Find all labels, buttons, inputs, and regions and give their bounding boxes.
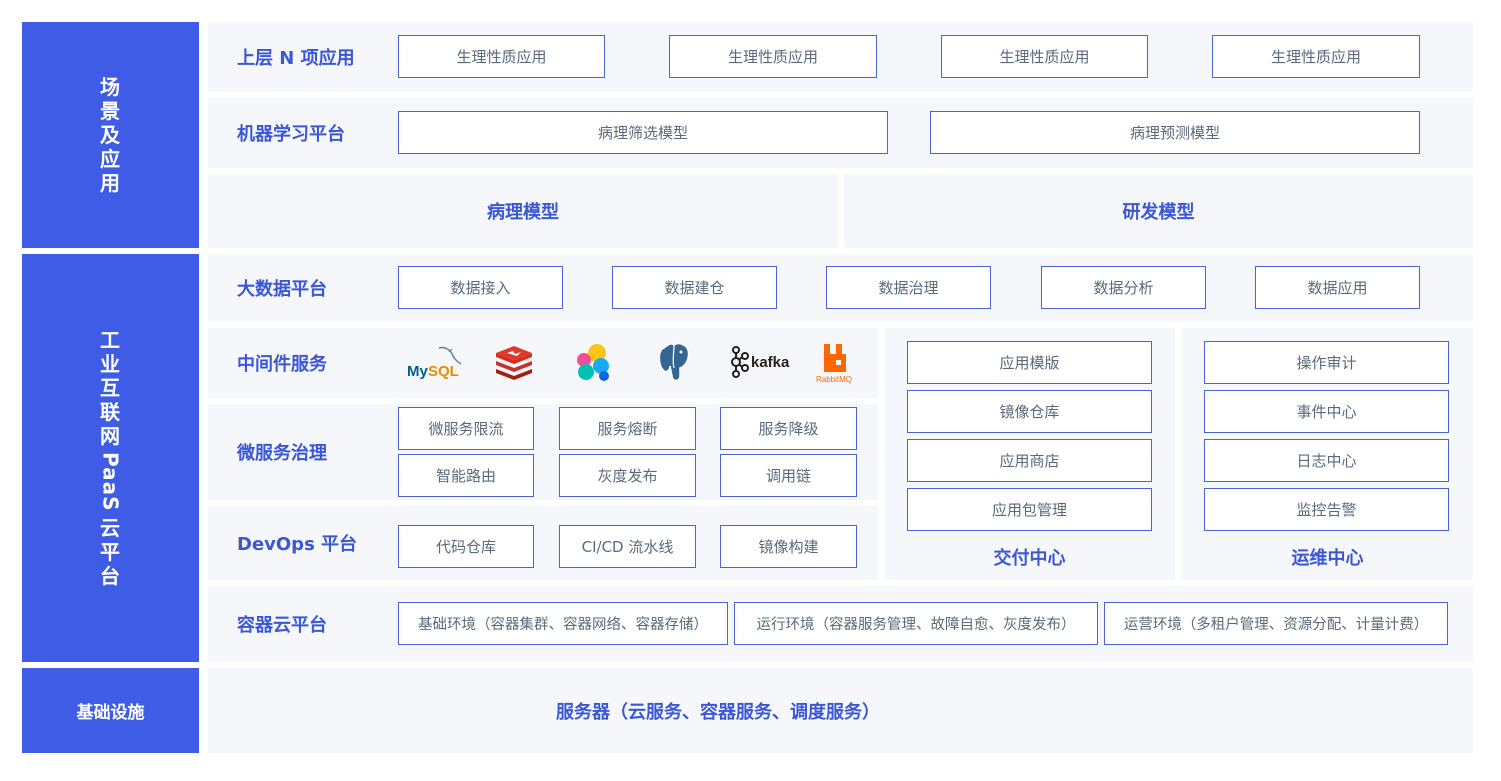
microservice-box: 智能路由 [398, 454, 534, 497]
infra-row-text: 服务器（云服务、容器服务、调度服务） [556, 701, 880, 723]
ml-model-box: 病理筛选模型 [398, 111, 888, 154]
container-box: 运行环境（容器服务管理、故障自愈、灰度发布） [734, 602, 1098, 645]
mysql-sql-text: SQL [428, 363, 459, 380]
container-box: 基础环境（容器集群、容器网络、容器存储） [398, 602, 728, 645]
delivery-box: 应用模版 [907, 341, 1152, 384]
rabbitmq-text: RabbitMQ [816, 375, 852, 384]
paas-char: 互 [100, 376, 121, 401]
kafka-icon: kafka [729, 345, 791, 379]
microservice-box: 微服务限流 [398, 407, 534, 450]
delivery-box: 应用商店 [907, 439, 1152, 482]
scene-char: 景 [100, 99, 121, 123]
scene-char: 用 [100, 171, 121, 195]
delivery-box: 镜像仓库 [907, 390, 1152, 433]
big-data-box: 数据治理 [826, 266, 991, 309]
kafka-text: kafka [751, 354, 790, 371]
upper-app-box: 生理性质应用 [941, 35, 1148, 78]
paas-char: 联 [100, 400, 121, 425]
pathology-model-title: 病理模型 [487, 202, 559, 223]
microservice-box: 调用链 [720, 454, 857, 497]
delivery-center-title: 交付中心 [993, 548, 1066, 569]
ops-box: 事件中心 [1204, 390, 1449, 433]
scene-char: 应 [100, 147, 121, 171]
big-data-box: 数据应用 [1255, 266, 1420, 309]
microservice-label: 微服务治理 [237, 443, 327, 464]
paas-rotated: PaaS [98, 452, 123, 512]
postgresql-icon [654, 340, 696, 386]
container-box: 运营环境（多租户管理、资源分配、计量计费） [1104, 602, 1448, 645]
scene-apps-block: 场 景 及 应 用 [22, 22, 199, 248]
upper-app-box: 生理性质应用 [398, 35, 605, 78]
devops-label: DevOps 平台 [237, 534, 358, 555]
microservice-box: 服务熔断 [559, 407, 696, 450]
upper-app-box: 生理性质应用 [669, 35, 877, 78]
redis-icon [493, 342, 535, 382]
upper-app-box: 生理性质应用 [1212, 35, 1420, 78]
paas-char: 工 [100, 328, 121, 353]
devops-box: 代码仓库 [398, 525, 534, 568]
scene-char: 场 [100, 75, 121, 99]
scene-char: 及 [100, 123, 121, 147]
microservice-box: 服务降级 [720, 407, 857, 450]
ops-box: 日志中心 [1204, 439, 1449, 482]
rabbitmq-icon: RabbitMQ [812, 340, 858, 386]
ops-center-title: 运维中心 [1291, 548, 1364, 569]
big-data-box: 数据接入 [398, 266, 563, 309]
upper-apps-label: 上层 N 项应用 [237, 48, 355, 69]
mysql-my-text: My [407, 363, 428, 380]
paas-block: 工 业 互 联 网 PaaS 云 平 台 [22, 254, 199, 662]
ops-box: 监控告警 [1204, 488, 1449, 531]
middleware-label: 中间件服务 [237, 354, 327, 375]
delivery-box: 应用包管理 [907, 488, 1152, 531]
ml-model-box: 病理预测模型 [930, 111, 1420, 154]
scene-apps-label: 场 景 及 应 用 [100, 75, 121, 195]
mysql-icon: My SQL [405, 340, 465, 384]
paas-char: 网 [100, 424, 121, 449]
paas-label: 工 业 互 联 网 PaaS 云 平 台 [98, 328, 123, 588]
paas-char: 平 [100, 539, 121, 564]
infra-block: 基础设施 [22, 668, 199, 753]
container-label: 容器云平台 [237, 615, 327, 636]
big-data-box: 数据建仓 [612, 266, 777, 309]
infra-label: 基础设施 [76, 703, 145, 723]
ops-box: 操作审计 [1204, 341, 1449, 384]
ml-platform-label: 机器学习平台 [237, 124, 345, 145]
paas-char: 业 [100, 352, 121, 377]
devops-box: CI/CD 流水线 [559, 525, 696, 568]
big-data-label: 大数据平台 [237, 279, 327, 300]
big-data-box: 数据分析 [1041, 266, 1206, 309]
paas-char: 台 [100, 563, 121, 588]
devops-box: 镜像构建 [720, 525, 857, 568]
elasticsearch-icon [574, 342, 614, 384]
rnd-model-title: 研发模型 [1122, 202, 1195, 223]
microservice-box: 灰度发布 [559, 454, 696, 497]
paas-char: 云 [100, 515, 121, 540]
